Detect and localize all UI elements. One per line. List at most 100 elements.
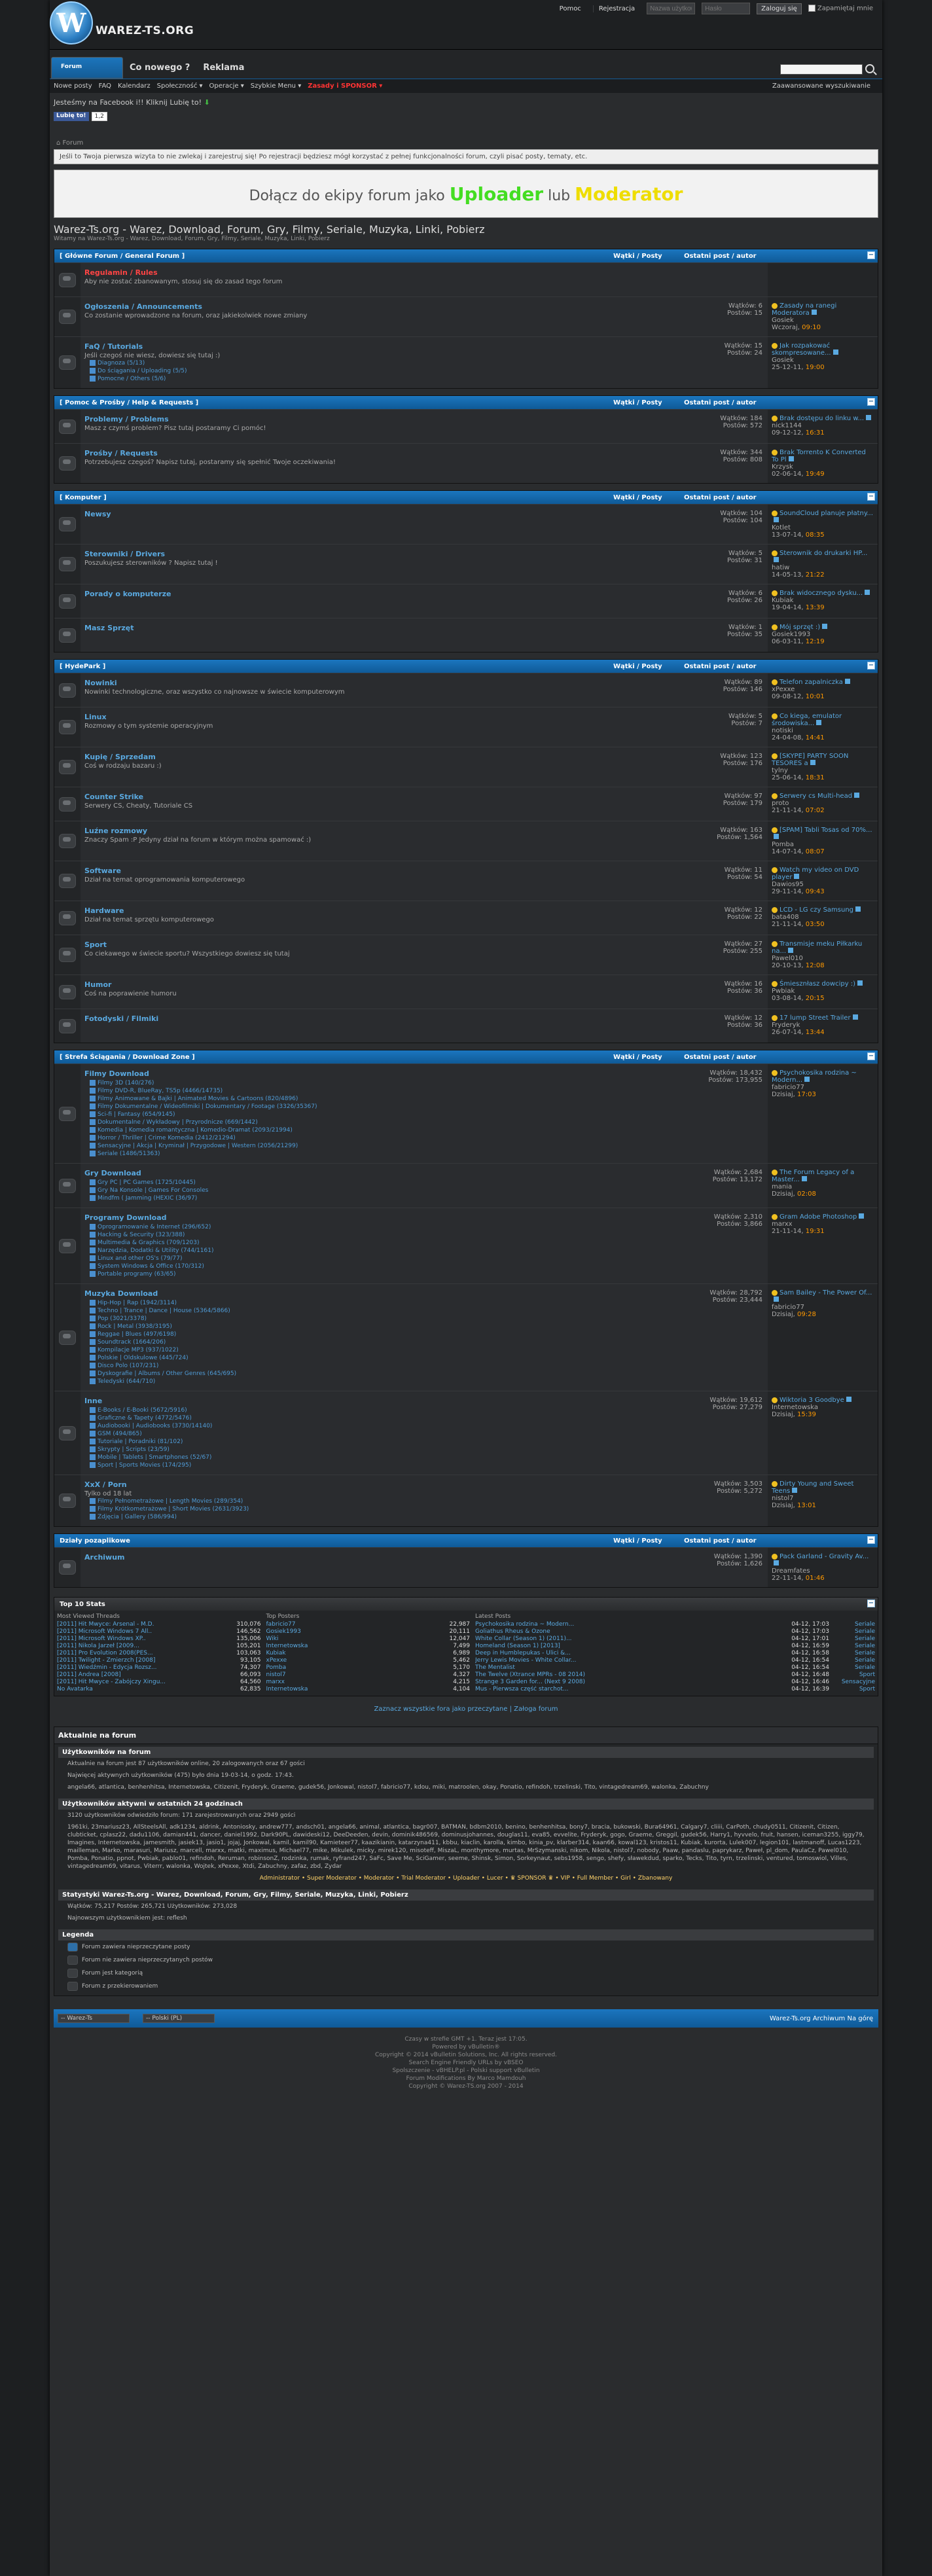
subforum-item[interactable]: Filmy Dokumentalne / Wideofilmiki | Doku…: [90, 1103, 693, 1111]
last-post-title[interactable]: Mój sprzęt :): [780, 624, 820, 631]
subforum-link[interactable]: Graficzne & Tapety (4772/5476): [98, 1415, 192, 1422]
forum-title[interactable]: Hardware: [84, 906, 693, 915]
category-title[interactable]: [ Pomoc & Prośby / Help & Requests ]: [60, 399, 198, 406]
subforum-link[interactable]: Sci-fi | Fantasy (654/9145): [98, 1111, 175, 1118]
subforum-item[interactable]: Mindfm ( Jamming (HEXIC (36/97): [90, 1194, 693, 1202]
subnav-calendar[interactable]: Kalendarz: [118, 82, 151, 90]
top10-item[interactable]: The Twelve (Xtrance MPRs - 08 2014): [475, 1672, 791, 1679]
last-post-author[interactable]: Krzysk: [772, 463, 874, 471]
collapse-icon[interactable]: −: [867, 251, 875, 259]
collapse-icon[interactable]: −: [867, 398, 875, 406]
subforum-item[interactable]: Teledyski (644/710): [90, 1378, 693, 1386]
forum-title[interactable]: Programy Download: [84, 1213, 693, 1222]
top10-forum[interactable]: Sensacyjne: [829, 1679, 875, 1686]
forum-title[interactable]: Problemy / Problems: [84, 415, 693, 423]
subforum-item[interactable]: Gry Na Konsole | Games For Consoles: [90, 1187, 693, 1194]
category-title[interactable]: [ Główne Forum / General Forum ]: [60, 253, 185, 260]
subnav-community[interactable]: Społeczność ▾: [157, 82, 203, 90]
goto-post-icon[interactable]: [855, 906, 861, 912]
last-post-author[interactable]: Pawel010: [772, 955, 874, 962]
subforum-link[interactable]: Soundtrack (1664/206): [98, 1339, 166, 1346]
last-post-author[interactable]: nick1144: [772, 422, 874, 429]
subnav-faq[interactable]: FAQ: [99, 82, 111, 90]
active-users[interactable]: 1961ki, 23mariusz23, AllSteelsAll, adk12…: [58, 1821, 874, 1872]
last-post-title[interactable]: Psychokosika rodzina ~ Modern...: [772, 1069, 857, 1084]
subforum-item[interactable]: Hacking & Security (323/388): [90, 1231, 693, 1239]
forum-title[interactable]: Regulamin / Rules: [84, 268, 693, 277]
subforum-link[interactable]: Seriale (1486/51363): [98, 1151, 160, 1157]
forum-title[interactable]: Counter Strike: [84, 793, 693, 801]
subforum-item[interactable]: Audiobooki | Audiobooks (3730/14140): [90, 1422, 693, 1430]
subforum-item[interactable]: Sport | Sports Movies (174/295): [90, 1461, 693, 1469]
subforum-link[interactable]: Reggae | Blues (497/6198): [98, 1331, 176, 1338]
top10-item[interactable]: [2011] Microsoft Windows 7 All..: [57, 1628, 236, 1636]
subforum-link[interactable]: Hacking & Security (323/388): [98, 1232, 185, 1238]
subforum-item[interactable]: Pomocne / Others (5/6): [90, 375, 693, 383]
subforum-item[interactable]: Disco Polo (107/231): [90, 1362, 693, 1370]
last-post-title[interactable]: Dirty Young and Sweet Teens: [772, 1480, 853, 1495]
footer-links[interactable]: Warez-Ts.org Archiwum Na górę: [770, 2015, 873, 2022]
subforum-item[interactable]: Do ściągania / Uploading (5/5): [90, 367, 693, 375]
style-select[interactable]: -- Warez-Ts: [58, 2014, 130, 2023]
forum-title[interactable]: Software: [84, 867, 693, 875]
tab-whats-new[interactable]: Co nowego ?: [123, 57, 196, 79]
subforum-item[interactable]: Techno | Trance | Dance | House (5364/58…: [90, 1307, 693, 1315]
subforum-item[interactable]: Narzędzia, Dodatki & Utility (744/1161): [90, 1247, 693, 1255]
collapse-icon[interactable]: −: [867, 1536, 875, 1544]
goto-post-icon[interactable]: [846, 1397, 851, 1402]
facebook-like-button[interactable]: Lubię to!: [54, 112, 89, 121]
top10-item[interactable]: [2011] Twilight - Zmierzch [2008]: [57, 1657, 240, 1664]
last-post-author[interactable]: Gosiek1993: [772, 631, 874, 638]
subforum-item[interactable]: Graficzne & Tapety (4772/5476): [90, 1414, 693, 1422]
subforum-link[interactable]: Linux and other OS's (79/77): [98, 1255, 183, 1262]
last-post-author[interactable]: nistol7: [772, 1495, 874, 1502]
subforum-link[interactable]: Multimedia & Graphics (709/1203): [98, 1240, 200, 1246]
subforum-link[interactable]: Teledyski (644/710): [98, 1378, 155, 1385]
last-post-author[interactable]: mania: [772, 1183, 874, 1190]
last-post-title[interactable]: 17 lump Street Trailer: [780, 1014, 851, 1022]
last-post-title[interactable]: Sam Bailey - The Power Of...: [780, 1289, 872, 1297]
subforum-item[interactable]: E-Books / E-Booki (5672/5916): [90, 1406, 693, 1414]
subforum-link[interactable]: Pop (3021/3378): [98, 1315, 147, 1322]
last-post-author[interactable]: Fryderyk: [772, 1022, 874, 1029]
checkbox-icon[interactable]: [808, 5, 816, 12]
top10-item[interactable]: Deep in Humblepukas - Ulici &...: [475, 1650, 791, 1657]
subforum-link[interactable]: Horror / Thriller | Crime Komedia (2412/…: [98, 1135, 236, 1141]
subforum-item[interactable]: Skrypty | Scripts (23/59): [90, 1446, 693, 1454]
goto-post-icon[interactable]: [859, 1213, 865, 1219]
subforum-link[interactable]: E-Books / E-Booki (5672/5916): [98, 1407, 187, 1414]
last-post-author[interactable]: Dawios95: [772, 881, 874, 888]
forum-title[interactable]: Nowinki: [84, 679, 693, 687]
top10-item[interactable]: [2011] Hit Mwyce: Arsenal - M.D.: [57, 1621, 236, 1628]
last-post-title[interactable]: Brak dostępu do linku w...: [780, 415, 864, 422]
search-input[interactable]: [780, 64, 863, 75]
collapse-icon[interactable]: −: [867, 662, 875, 670]
top10-item[interactable]: xPexxe: [266, 1657, 454, 1664]
subforum-link[interactable]: Hip-Hop | Rap (1942/3114): [98, 1300, 177, 1306]
last-post-author[interactable]: Gosiek: [772, 357, 874, 364]
last-post-title[interactable]: Brak widocznego dysku...: [780, 590, 863, 597]
subforum-item[interactable]: Filmy Pełnometrażowe | Length Movies (28…: [90, 1497, 693, 1505]
top10-forum[interactable]: Seriale: [829, 1657, 875, 1664]
forum-title[interactable]: Filmy Download: [84, 1069, 693, 1078]
top10-forum[interactable]: Seriale: [829, 1650, 875, 1657]
top10-item[interactable]: Mus - Pierwsza część starchot...: [475, 1686, 791, 1693]
search-icon[interactable]: [865, 64, 874, 73]
last-post-title[interactable]: Telefon zapalniczka: [780, 679, 843, 686]
subforum-link[interactable]: GSM (494/865): [98, 1431, 142, 1437]
top10-forum[interactable]: Sport: [829, 1686, 875, 1693]
language-select[interactable]: -- Polski (PL): [143, 2014, 215, 2023]
forum-links[interactable]: Zaznacz wszystkie fora jako przeczytane …: [54, 1706, 878, 1719]
forum-title[interactable]: Muzyka Download: [84, 1289, 693, 1298]
goto-post-icon[interactable]: [854, 793, 860, 798]
last-post-title[interactable]: Jak rozpakować skompresowane...: [772, 342, 831, 357]
subforum-item[interactable]: Reggae | Blues (497/6198): [90, 1331, 693, 1338]
subforum-link[interactable]: Portable programy (63/65): [98, 1271, 176, 1278]
last-post-title[interactable]: Wiktoria 3 Goodbye: [780, 1397, 844, 1404]
subforum-item[interactable]: Filmy Animowane & Bajki | Animated Movie…: [90, 1095, 693, 1103]
top10-item[interactable]: Psychokosika rodzina ~ Modern...: [475, 1621, 791, 1628]
forum-title[interactable]: FaQ / Tutorials: [84, 342, 693, 351]
forum-title[interactable]: Linux: [84, 713, 693, 721]
subforum-item[interactable]: Gry PC | PC Games (1725/10445): [90, 1179, 693, 1187]
remember-me[interactable]: Zapamiętaj mnie: [808, 5, 873, 12]
